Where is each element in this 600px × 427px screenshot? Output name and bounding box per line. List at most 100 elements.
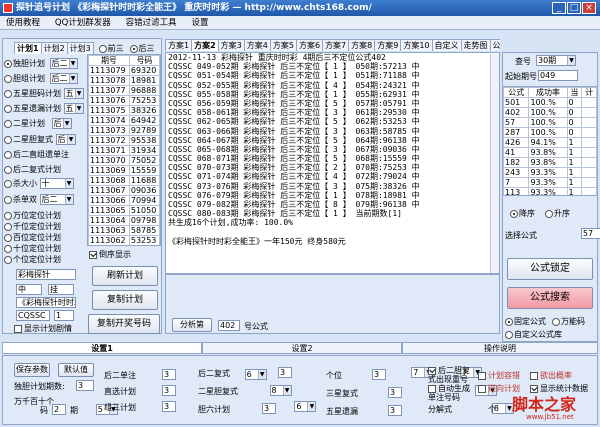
draw-history-row[interactable]: 1113078 18981 xyxy=(88,75,160,86)
col-period[interactable]: 期号 xyxy=(88,55,130,66)
custom-library-radio[interactable] xyxy=(505,330,513,339)
draw-history-row[interactable]: 1113064 09798 xyxy=(88,215,160,226)
option-radio-3[interactable] xyxy=(4,104,12,113)
repeat-number-option[interactable]: 后二胆复式出现重号 xyxy=(428,366,474,384)
universal-code[interactable]: 万能码 xyxy=(552,316,585,327)
draw-history-table[interactable]: 期号 号码 1113079 69320 1113078 18981 1113077 9688… xyxy=(87,54,161,246)
tab-scheme-10[interactable]: 方案10 xyxy=(400,39,433,51)
back2-single-select[interactable]: 6 ▼ xyxy=(244,369,267,380)
auto-single-checkbox[interactable] xyxy=(428,384,436,393)
tab-scheme-6[interactable]: 方案6 xyxy=(295,39,324,51)
maximize-button[interactable]: □ xyxy=(567,2,581,14)
minimize-button[interactable]: _ xyxy=(552,2,566,14)
tab-plan-2[interactable]: 计划2 xyxy=(40,42,68,54)
formula-row[interactable]: 7 93.3% 1 xyxy=(503,177,597,188)
draw-history-row[interactable]: 1113067 09036 xyxy=(88,185,160,196)
formula-row[interactable]: 426 94.1% 1 xyxy=(503,137,597,148)
option2-radio-0[interactable] xyxy=(4,135,12,144)
tab-scheme-4[interactable]: 方案4 xyxy=(243,39,271,51)
option-select[interactable]: 五 ▼ xyxy=(63,88,84,99)
show-plan-checkbox[interactable] xyxy=(14,324,22,333)
pos-radio-2[interactable] xyxy=(4,233,12,242)
direct-plan-select[interactable]: 8 ▼ xyxy=(269,385,292,396)
single-gall-periods-input[interactable]: 3 xyxy=(76,380,94,391)
tab-formula[interactable]: 公式 xyxy=(489,39,500,51)
draw-history-row[interactable]: 1113077 96888 xyxy=(88,85,160,96)
start-period-input[interactable]: 049 xyxy=(538,70,578,81)
formula-row[interactable]: 113 93.3% 1 xyxy=(503,187,597,195)
draw-history-row[interactable]: 1113073 92789 xyxy=(88,125,160,136)
auto-single-option[interactable]: 自动生成单注号码 xyxy=(428,384,474,402)
option2-radio-2[interactable] xyxy=(4,165,12,174)
plan-tolerance-checkbox[interactable] xyxy=(478,371,486,380)
option-radio-4[interactable] xyxy=(4,119,12,128)
draw-history-row[interactable]: 1113074 64942 xyxy=(88,115,160,126)
tab-scheme-8[interactable]: 方案8 xyxy=(348,39,376,51)
direct-plan-code[interactable]: 3 xyxy=(162,385,176,396)
tab-scheme-1[interactable]: 方案1 xyxy=(165,39,193,51)
col-number[interactable]: 号码 xyxy=(128,55,160,66)
show-plan-storyline[interactable]: 显示计划剧情 xyxy=(14,323,72,334)
sum-select[interactable]: 后二 ▼ xyxy=(39,194,74,205)
option-select[interactable]: 后二 ▼ xyxy=(49,73,78,84)
col-success-rate[interactable]: 成功率 xyxy=(528,87,568,98)
option-select[interactable]: 五 ▼ xyxy=(63,103,84,114)
query-period-select[interactable]: 30期 ▼ xyxy=(536,55,576,66)
5star-miss-code[interactable]: 3 xyxy=(388,405,402,416)
formula-row[interactable]: 287 100.% 0 xyxy=(503,127,597,138)
option-select[interactable]: 后 ▼ xyxy=(51,118,72,129)
pos-radio-1[interactable] xyxy=(4,222,12,231)
front3-radio[interactable] xyxy=(98,44,107,53)
code-count-input[interactable]: 2 xyxy=(52,404,66,415)
tab-settings-1[interactable]: 设置1 xyxy=(2,342,202,354)
formula-row[interactable]: 243 93.3% 1 xyxy=(503,167,597,178)
formula-number-input[interactable]: 402 xyxy=(218,320,240,331)
sum-radio-0[interactable] xyxy=(4,179,12,188)
formula-row[interactable]: 41 93.8% 1 xyxy=(503,147,597,158)
pos-radio-0[interactable] xyxy=(4,211,12,220)
default-params-button[interactable]: 默认值 xyxy=(58,363,94,377)
tab-scheme-9[interactable]: 方案9 xyxy=(374,39,402,51)
draw-history-row[interactable]: 1113075 38326 xyxy=(88,105,160,116)
plan-name-input[interactable]: 彩梅探针 xyxy=(16,269,76,280)
option-radio-2[interactable] xyxy=(4,89,12,98)
back2-compound-code[interactable]: 3 xyxy=(278,367,292,378)
tab-scheme-5[interactable]: 方案5 xyxy=(269,39,297,51)
menu-tutorial[interactable]: 使用教程 xyxy=(0,16,46,30)
gall6-plan-code[interactable]: 3 xyxy=(262,403,276,414)
miss-mark-input[interactable]: 挂 xyxy=(48,284,74,295)
draw-history-row[interactable]: 1113071 31934 xyxy=(88,145,160,156)
fixed-formula-radio[interactable] xyxy=(505,317,513,326)
caption-input[interactable]: 《彩梅探针时时彩》 xyxy=(16,297,76,308)
reverse-checkbox[interactable] xyxy=(89,250,97,259)
group3-plan-select[interactable]: 6 ▼ xyxy=(294,401,317,412)
draw-history-row[interactable]: 1113079 69320 xyxy=(88,65,160,76)
save-params-button[interactable]: 保存参数 xyxy=(14,363,50,377)
option-radio-0[interactable] xyxy=(4,59,12,68)
copy-draw-numbers-button[interactable]: 复制开奖号码 xyxy=(88,314,160,334)
option2-select[interactable]: 后 ▼ xyxy=(55,134,76,145)
formula-row[interactable]: 57 100.% 0 xyxy=(503,117,597,128)
close-button[interactable]: × xyxy=(582,2,596,14)
sort-desc[interactable]: 降序 xyxy=(510,208,535,219)
tab-plan-3[interactable]: 计划3 xyxy=(66,42,94,54)
tab-scheme-7[interactable]: 方案7 xyxy=(322,39,350,51)
reverse-display[interactable]: 倒序显示 xyxy=(89,249,131,260)
tab-settings-2[interactable]: 设置2 xyxy=(202,342,402,354)
hit-mark-input[interactable]: 中 xyxy=(16,284,42,295)
sort-asc[interactable]: 升序 xyxy=(545,208,570,219)
fixed-formula[interactable]: 固定公式 xyxy=(505,316,546,327)
draw-history-row[interactable]: 111306126520 xyxy=(89,246,160,247)
formula-search-button[interactable]: 公式搜索 xyxy=(507,287,593,309)
draw-history-row[interactable]: 1113063 58785 xyxy=(88,225,160,236)
3star-compound-code[interactable]: 3 xyxy=(388,387,402,398)
draw-history-row[interactable]: 1113068 11688 xyxy=(88,175,160,186)
group3-plan-code[interactable]: 3 xyxy=(162,401,176,412)
repeat-number-checkbox[interactable] xyxy=(428,366,436,375)
menu-filter-tool[interactable]: 容错过滤工具 xyxy=(120,16,183,30)
tab-scheme-3[interactable]: 方案3 xyxy=(217,39,245,51)
formula-row[interactable]: 182 93.8% 1 xyxy=(503,157,597,168)
draw-history-row[interactable]: 1113076 75253 xyxy=(88,95,160,106)
back3-radio[interactable] xyxy=(129,44,138,53)
formula-lock-button[interactable]: 公式锁定 xyxy=(507,258,593,280)
